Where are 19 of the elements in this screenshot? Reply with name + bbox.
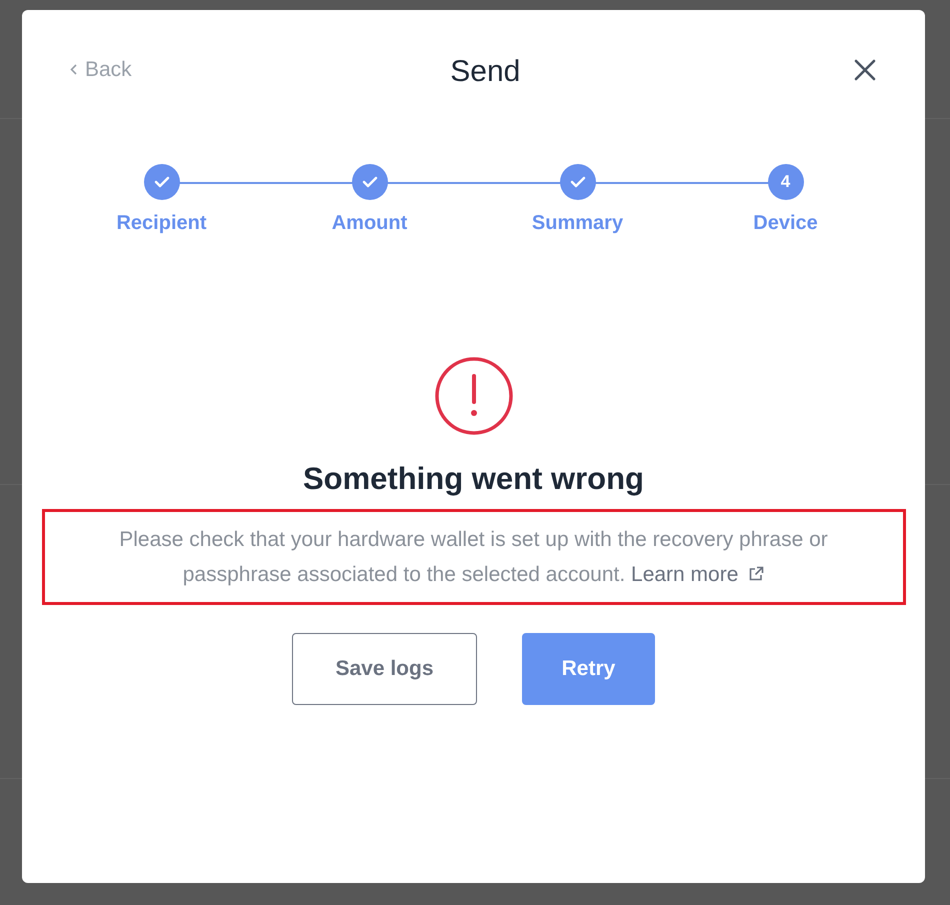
step-number: 4 [768, 164, 804, 200]
step-label: Recipient [116, 211, 207, 236]
close-icon [854, 59, 876, 81]
check-icon [362, 176, 378, 188]
back-button[interactable]: Back [70, 54, 132, 86]
learn-more-link[interactable]: Learn more [631, 563, 764, 586]
step-label: Amount [332, 211, 408, 236]
retry-button[interactable]: Retry [522, 633, 655, 706]
error-title: Something went wrong [303, 460, 644, 498]
chevron-left-icon [70, 64, 77, 76]
check-icon [154, 176, 170, 188]
external-link-icon [748, 566, 764, 582]
error-message: Please check that your hardware wallet is set up with the recovery phrase or passphrase associated to the selected account. Learn more [118, 527, 829, 588]
dialog-title: Send [450, 54, 520, 90]
step-label: Summary [532, 211, 624, 236]
step-label: Device [753, 211, 818, 236]
save-logs-button[interactable]: Save logs [292, 633, 477, 706]
error-icon [434, 356, 514, 436]
check-icon [570, 176, 586, 188]
